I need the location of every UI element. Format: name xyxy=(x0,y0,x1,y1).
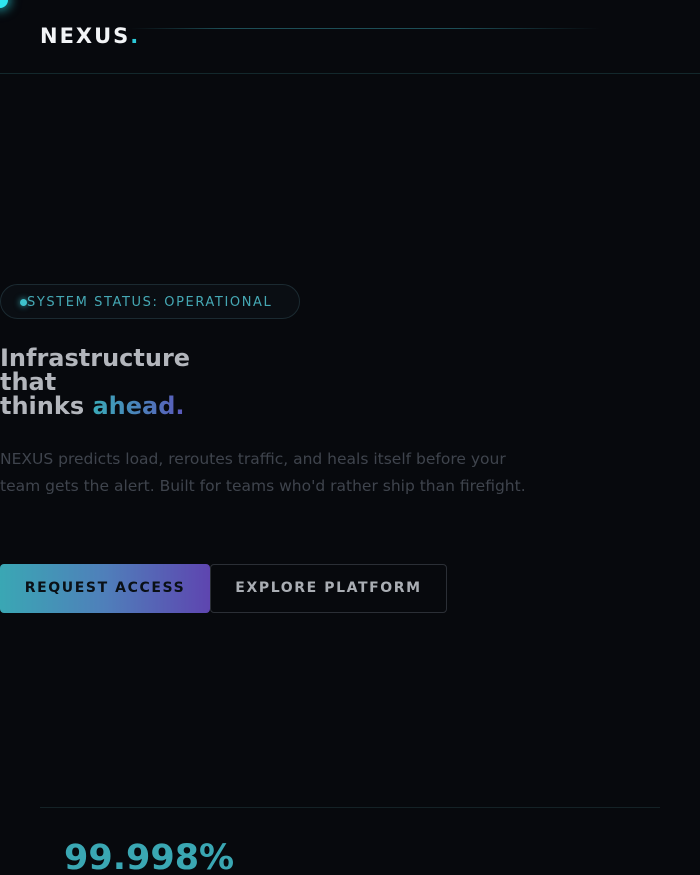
status-badge-label: SYSTEM STATUS: OPERATIONAL xyxy=(27,295,273,310)
hero-headline: Infrastructure that thinks ahead. xyxy=(0,346,260,418)
stats-divider xyxy=(40,807,660,808)
explore-platform-button[interactable]: EXPLORE PLATFORM xyxy=(210,564,447,613)
site-header: NEXUS. xyxy=(0,0,700,74)
cursor-glow-dot xyxy=(0,0,8,8)
header-accent-line xyxy=(130,28,600,29)
logo-dot: . xyxy=(130,24,141,48)
stat-uptime-value: 99.998% xyxy=(64,838,235,875)
status-badge: SYSTEM STATUS: OPERATIONAL xyxy=(0,284,300,319)
landing-page: NEXUS. SYSTEM STATUS: OPERATIONAL Infras… xyxy=(0,0,700,875)
headline-accent: ahead. xyxy=(92,392,185,420)
headline-line-3: thinks xyxy=(0,392,93,420)
status-indicator-icon xyxy=(20,299,27,306)
logo[interactable]: NEXUS. xyxy=(40,24,140,48)
request-access-button[interactable]: REQUEST ACCESS xyxy=(0,564,210,613)
logo-text: NEXUS xyxy=(40,24,131,48)
hero-description: NEXUS predicts load, reroutes traffic, a… xyxy=(0,450,526,495)
